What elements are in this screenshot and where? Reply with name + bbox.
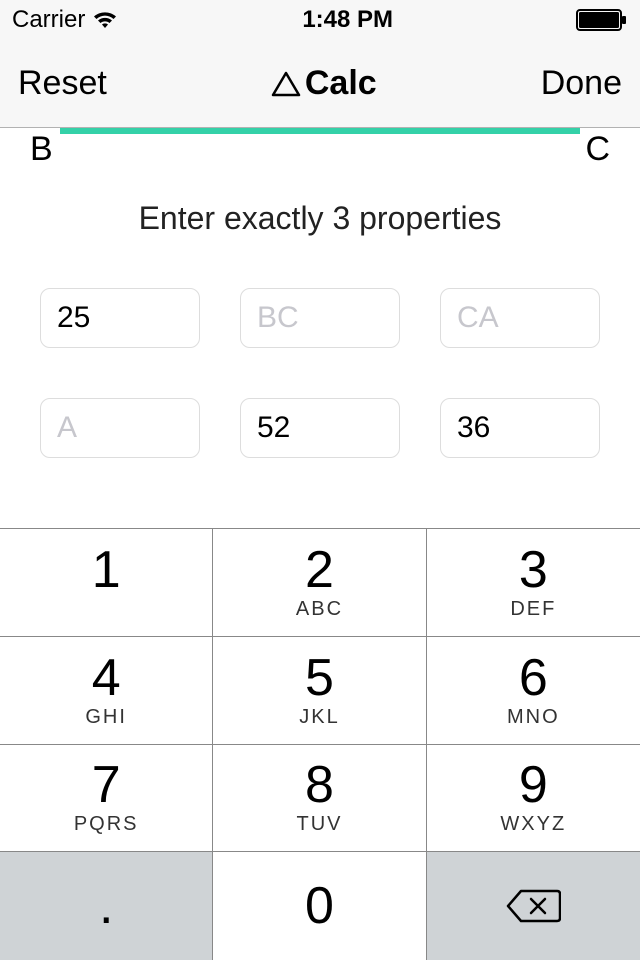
field-ab[interactable]: 25 (40, 288, 200, 348)
key-letters: TUV (296, 813, 342, 836)
field-ca[interactable]: CA (440, 288, 600, 348)
key-letters: JKL (299, 706, 339, 729)
key-letters: ABC (296, 598, 343, 621)
key-5[interactable]: 5 JKL (213, 637, 426, 745)
key-digit: 1 (92, 544, 121, 596)
key-3[interactable]: 3 DEF (427, 529, 640, 637)
input-grid: 25 BC CA A 52 36 (0, 288, 640, 458)
status-time: 1:48 PM (302, 6, 393, 34)
field-bc[interactable]: BC (240, 288, 400, 348)
key-4[interactable]: 4 GHI (0, 637, 213, 745)
key-digit: 9 (519, 759, 548, 811)
wifi-icon (91, 10, 119, 30)
key-digit: 4 (92, 652, 121, 704)
key-digit: 2 (305, 544, 334, 596)
key-8[interactable]: 8 TUV (213, 745, 426, 853)
field-a[interactable]: A (40, 398, 200, 458)
key-dot-label: . (99, 876, 113, 936)
key-letters: DEF (510, 598, 556, 621)
key-letters: GHI (85, 706, 127, 729)
field-c[interactable]: 36 (440, 398, 600, 458)
key-letters (102, 598, 110, 621)
app-title: Calc (271, 64, 377, 103)
key-digit: 0 (305, 880, 334, 932)
app-title-text: Calc (305, 64, 377, 103)
key-2[interactable]: 2 ABC (213, 529, 426, 637)
key-digit: 8 (305, 759, 334, 811)
done-button[interactable]: Done (541, 64, 622, 103)
carrier-label: Carrier (12, 6, 85, 34)
key-digit: 6 (519, 652, 548, 704)
key-7[interactable]: 7 PQRS (0, 745, 213, 853)
vertex-c-label: C (585, 130, 610, 169)
prompt-text: Enter exactly 3 properties (0, 200, 640, 237)
backspace-icon (505, 887, 561, 925)
reset-button[interactable]: Reset (18, 64, 107, 103)
numeric-keypad: 1 2 ABC 3 DEF 4 GHI 5 JKL 6 MNO 7 PQRS 8… (0, 528, 640, 960)
key-digit: 7 (92, 759, 121, 811)
battery-icon (576, 9, 628, 31)
key-9[interactable]: 9 WXYZ (427, 745, 640, 853)
key-dot[interactable]: . (0, 852, 213, 960)
key-backspace[interactable] (427, 852, 640, 960)
key-letters: WXYZ (500, 813, 566, 836)
nav-bar: Reset Calc Done (0, 40, 640, 128)
status-left: Carrier (12, 6, 119, 34)
key-letters: PQRS (74, 813, 139, 836)
key-digit: 5 (305, 652, 334, 704)
key-digit: 3 (519, 544, 548, 596)
key-0[interactable]: 0 (213, 852, 426, 960)
field-b[interactable]: 52 (240, 398, 400, 458)
status-bar: Carrier 1:48 PM (0, 0, 640, 40)
key-1[interactable]: 1 (0, 529, 213, 637)
key-letters: MNO (507, 706, 560, 729)
key-6[interactable]: 6 MNO (427, 637, 640, 745)
triangle-icon (271, 71, 301, 97)
vertex-b-label: B (30, 130, 53, 169)
content-area: B C Enter exactly 3 properties 25 BC CA … (0, 128, 640, 528)
triangle-edge (60, 128, 580, 134)
